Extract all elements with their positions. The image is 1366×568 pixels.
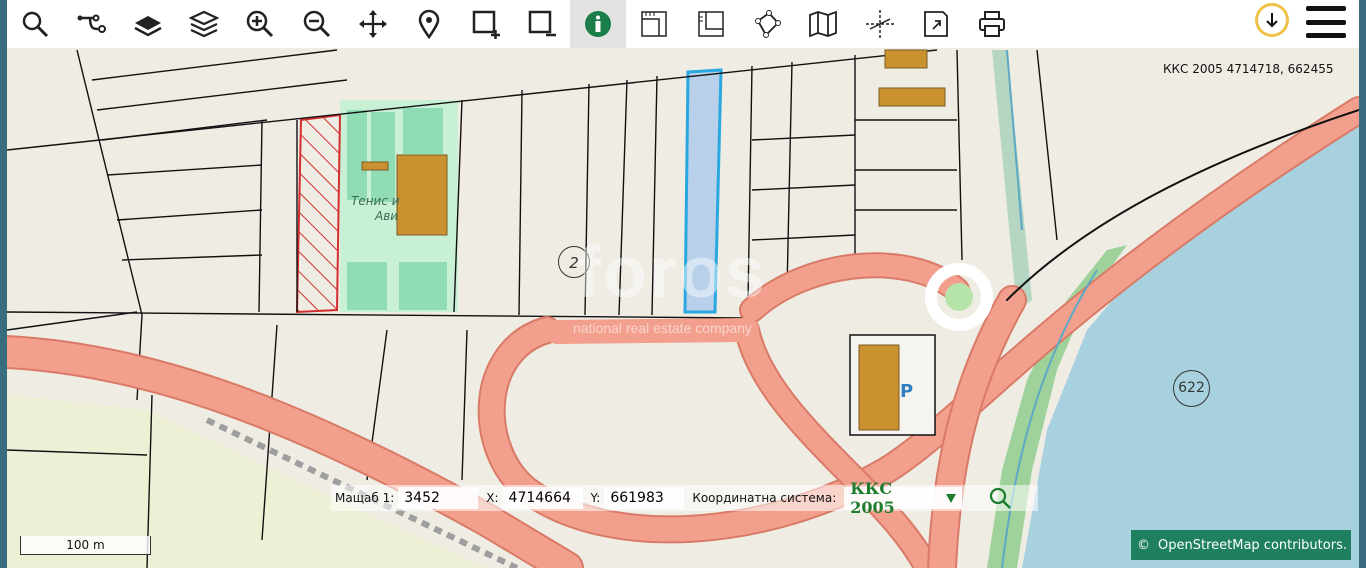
location-pin-icon: [418, 9, 440, 39]
hamburger-menu-icon[interactable]: [1306, 6, 1346, 38]
map-icon: [809, 10, 838, 38]
measure-area-button[interactable]: [683, 0, 739, 48]
coordinate-search-button[interactable]: [962, 485, 1038, 511]
info-button[interactable]: [569, 0, 627, 48]
route-tool-button[interactable]: [63, 0, 119, 48]
y-coordinate-input[interactable]: [604, 487, 685, 509]
tennis-court: [399, 262, 447, 310]
coordinate-bar: Мащаб 1: X: Y: Координатна система: ККС …: [331, 479, 1039, 517]
layer-icon: [134, 16, 162, 37]
crosshair-icon: [865, 10, 894, 38]
tennis-court: [371, 112, 395, 202]
map-label-tennis: Тенис и: [351, 194, 400, 208]
polygon-icon: [755, 10, 781, 38]
x-coordinate-input[interactable]: [502, 487, 583, 509]
rect-add-button[interactable]: [457, 0, 513, 48]
layers-tool-button[interactable]: [176, 0, 232, 48]
print-icon: [979, 11, 1006, 37]
layer-tool-button[interactable]: [120, 0, 176, 48]
scale-label: Мащаб 1:: [335, 491, 395, 505]
map-button[interactable]: [795, 0, 851, 48]
measure-button[interactable]: [626, 0, 682, 48]
download-icon: [1266, 13, 1278, 28]
chevron-down-icon: [946, 493, 957, 503]
roundabout-center: [945, 283, 973, 311]
scale-input[interactable]: [398, 487, 479, 509]
zoom-in-button[interactable]: [232, 0, 288, 48]
export-button[interactable]: [908, 0, 964, 48]
search-tool-button[interactable]: [7, 0, 63, 48]
crosshair-button[interactable]: [851, 0, 907, 48]
attribution: © OpenStreetMap contributors.: [1131, 530, 1351, 560]
tennis-court: [403, 108, 443, 154]
zoom-out-icon: [303, 10, 330, 38]
watermark-logo: foros: [577, 233, 767, 313]
measure-area-icon: [697, 11, 724, 37]
hatched-parcel: [295, 113, 342, 314]
crs-value: ККС 2005: [850, 479, 895, 517]
zoom-out-button[interactable]: [288, 0, 344, 48]
zoom-in-icon: [247, 10, 274, 38]
measure-icon: [641, 11, 668, 37]
route-icon: [77, 14, 107, 33]
tennis-court: [347, 262, 387, 310]
scale-bar: 100 m: [20, 536, 151, 555]
road-number-badge: 622: [1173, 370, 1210, 407]
parking-icon: P: [900, 381, 914, 402]
print-button[interactable]: [964, 0, 1020, 48]
copyright-symbol: ©: [1137, 537, 1150, 553]
layers-icon: [189, 10, 220, 38]
location-button[interactable]: [401, 0, 457, 48]
toolbar: [7, 0, 1359, 48]
search-icon: [990, 487, 1012, 509]
search-icon: [22, 11, 49, 38]
rect-remove-button[interactable]: [514, 0, 570, 48]
crs-select[interactable]: ККС 2005: [844, 479, 963, 517]
tennis-court: [347, 110, 367, 200]
attribution-link[interactable]: OpenStreetMap contributors.: [1158, 538, 1347, 553]
info-icon: [585, 11, 612, 37]
parking-building: [858, 344, 900, 431]
y-label: Y:: [590, 491, 601, 505]
crs-label: Координатна система:: [692, 491, 837, 505]
map-canvas[interactable]: Тенис и Ави 2 622 P foros national real …: [7, 0, 1359, 568]
polygon-button[interactable]: [739, 0, 795, 48]
map-label-tennis2: Ави: [375, 209, 399, 223]
x-label: X:: [486, 491, 499, 505]
watermark-subtitle: national real estate company: [573, 320, 752, 336]
pan-icon: [358, 10, 387, 38]
rect-add-icon: [472, 10, 500, 39]
export-icon: [923, 11, 948, 37]
cursor-coordinates: ККС 2005 4714718, 662455: [1163, 62, 1334, 76]
pan-button[interactable]: [345, 0, 401, 48]
download-button[interactable]: [1255, 3, 1289, 37]
rect-remove-icon: [528, 10, 556, 37]
